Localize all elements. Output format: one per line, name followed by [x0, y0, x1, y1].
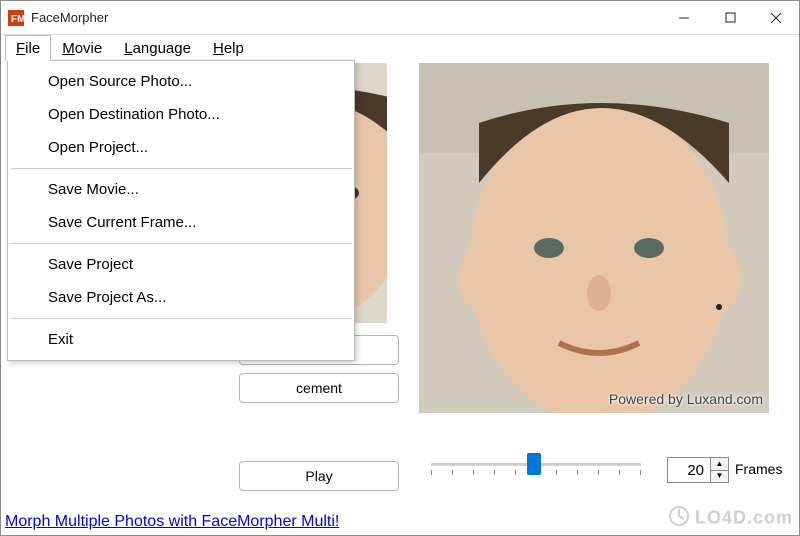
title-bar: FM FaceMorpher	[1, 1, 799, 35]
menu-language[interactable]: Language	[113, 35, 202, 61]
menu-open-destination-photo[interactable]: Open Destination Photo...	[8, 98, 354, 131]
menu-exit[interactable]: Exit	[8, 323, 354, 356]
frames-label: Frames	[735, 461, 782, 477]
adjust-placement-button[interactable]: cement	[239, 373, 399, 403]
frames-stepper: ▲ ▼	[667, 457, 729, 483]
maximize-button[interactable]	[707, 1, 753, 34]
preview-photo-panel[interactable]: Powered by Luxand.com	[419, 63, 769, 413]
preview-watermark: Powered by Luxand.com	[609, 391, 763, 407]
menu-save-project[interactable]: Save Project	[8, 248, 354, 281]
app-window: FM FaceMorpher File Movie Language Help …	[0, 0, 800, 536]
play-button[interactable]: Play	[239, 461, 399, 491]
preview-photo-image	[419, 63, 769, 413]
menu-file[interactable]: File	[5, 35, 51, 61]
title-bar-left: FM FaceMorpher	[7, 9, 108, 27]
menu-separator	[10, 318, 352, 319]
menu-save-movie[interactable]: Save Movie...	[8, 173, 354, 206]
frame-slider[interactable]	[431, 449, 641, 489]
frames-spinner-up[interactable]: ▲	[711, 458, 728, 470]
minimize-button[interactable]	[661, 1, 707, 34]
window-controls	[661, 1, 799, 34]
menu-separator	[10, 168, 352, 169]
menu-open-source-photo[interactable]: Open Source Photo...	[8, 65, 354, 98]
menu-save-project-as[interactable]: Save Project As...	[8, 281, 354, 314]
frames-spinner-down[interactable]: ▼	[711, 470, 728, 483]
file-menu-dropdown: Open Source Photo... Open Destination Ph…	[7, 60, 355, 361]
morph-multi-link[interactable]: Morph Multiple Photos with FaceMorpher M…	[5, 513, 339, 531]
menu-help[interactable]: Help	[202, 35, 255, 61]
menu-open-project[interactable]: Open Project...	[8, 131, 354, 164]
frames-input[interactable]	[667, 457, 711, 483]
menu-separator	[10, 243, 352, 244]
close-button[interactable]	[753, 1, 799, 34]
app-icon: FM	[7, 9, 25, 27]
slider-thumb[interactable]	[527, 453, 541, 475]
svg-text:FM: FM	[11, 14, 25, 25]
frames-spinner: ▲ ▼	[711, 457, 729, 483]
menu-bar: File Movie Language Help	[1, 35, 799, 61]
menu-movie[interactable]: Movie	[51, 35, 113, 61]
app-title: FaceMorpher	[31, 10, 108, 25]
menu-save-current-frame[interactable]: Save Current Frame...	[8, 206, 354, 239]
site-watermark: LO4D.com	[669, 506, 793, 531]
